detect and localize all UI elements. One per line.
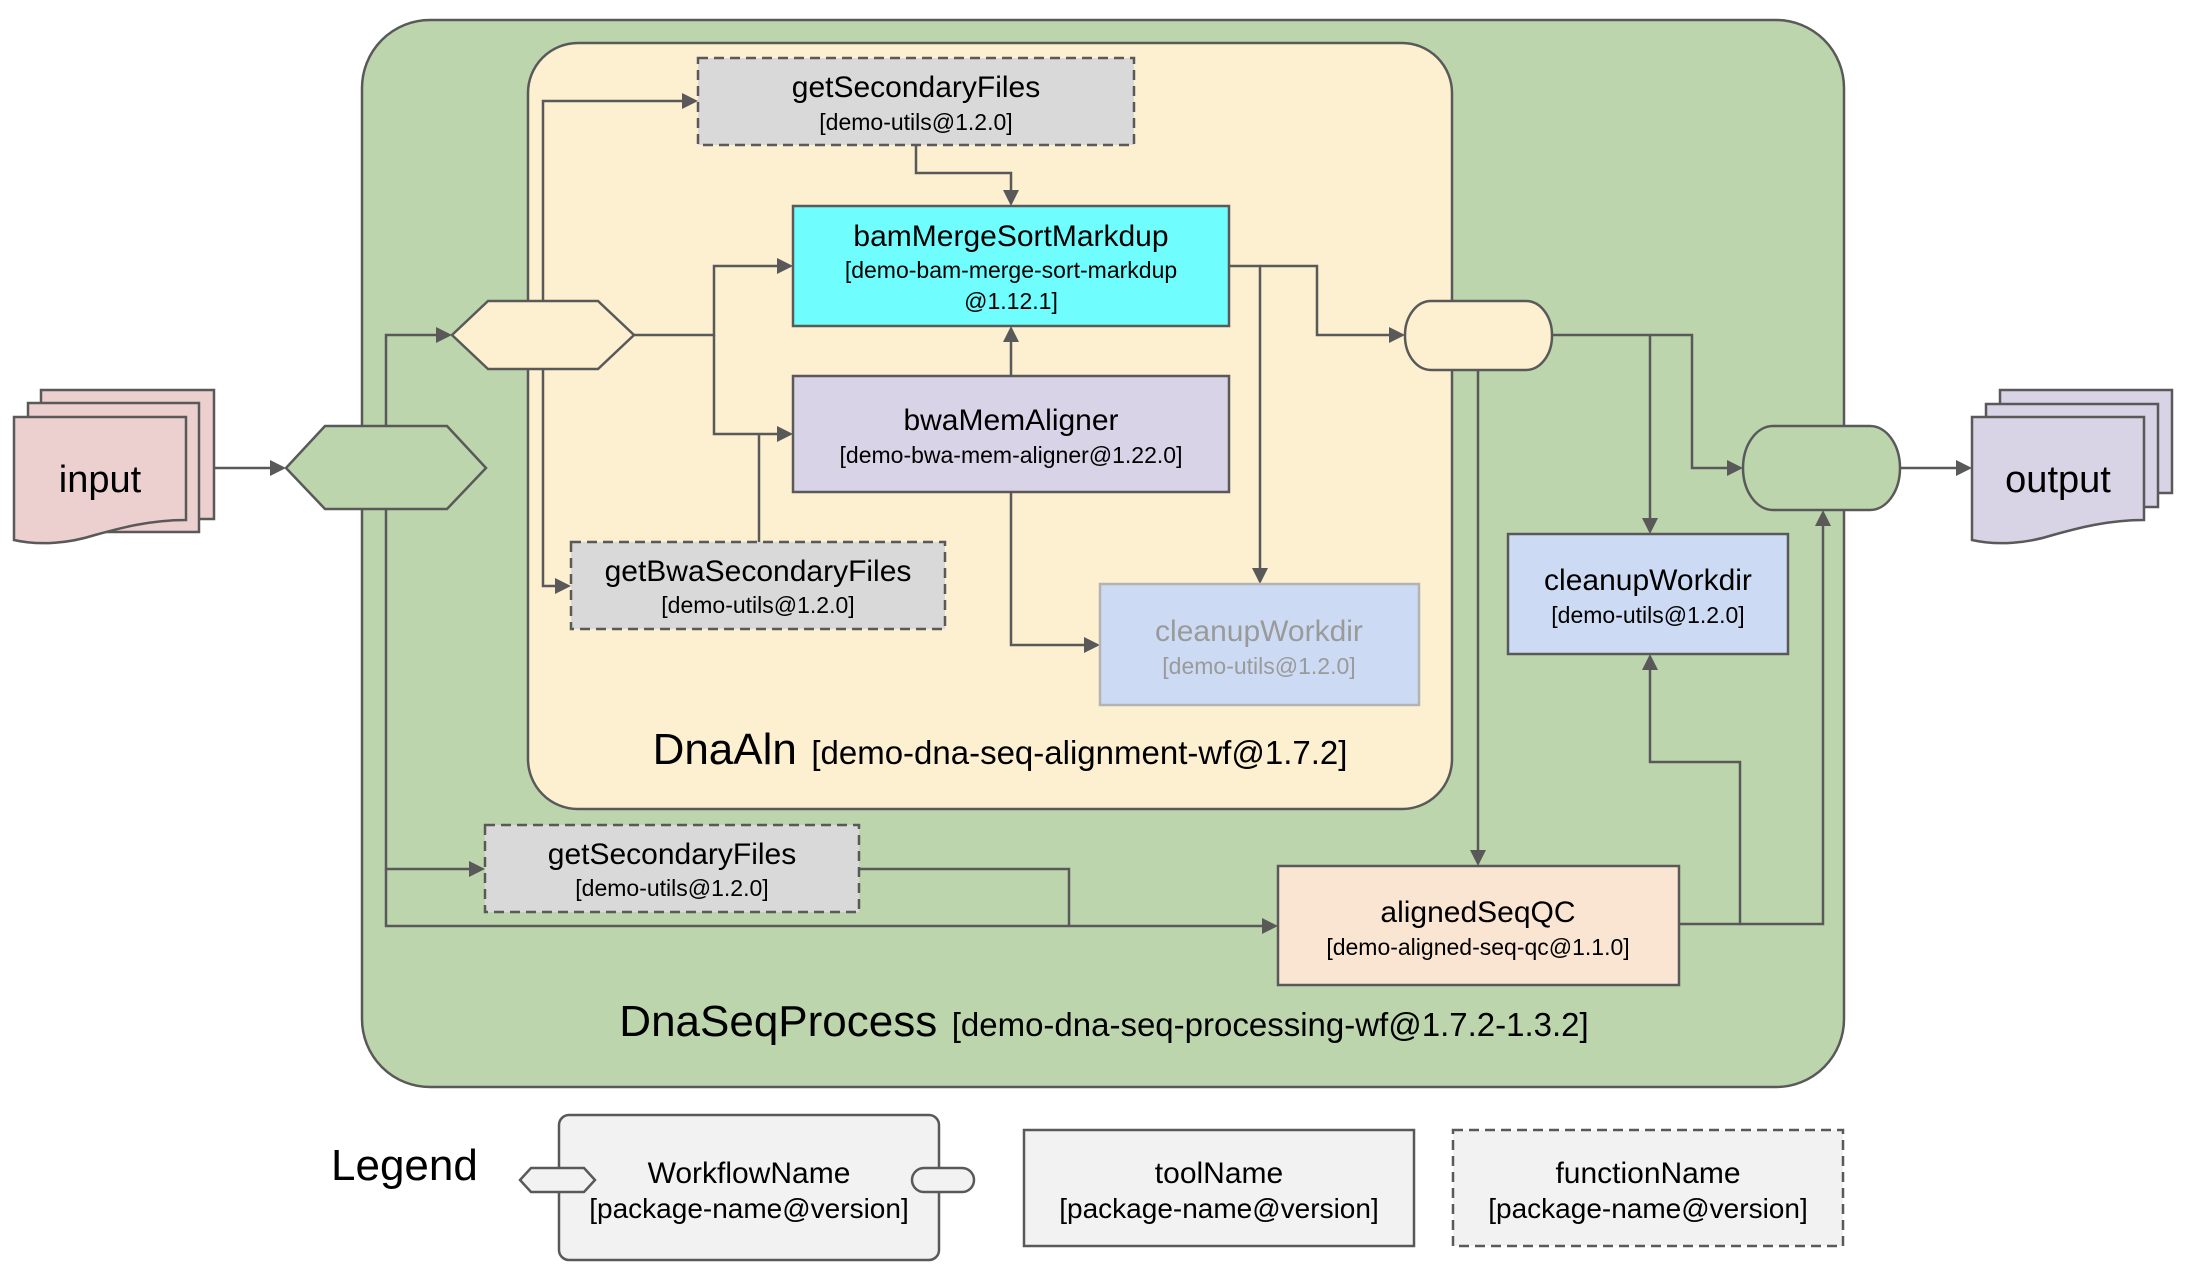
dnaaln-output-port-pill[interactable] xyxy=(1403,299,1554,372)
node-package: [demo-utils@1.2.0] xyxy=(819,109,1012,135)
workflow-diagram: input output getSecondaryFiles [demo-uti… xyxy=(12,18,2174,1262)
workflow-package: [demo-dna-seq-alignment-wf@1.7.2] xyxy=(811,734,1347,771)
legend-tool: toolName [package-name@version] xyxy=(1022,1128,1416,1248)
output-node[interactable]: output xyxy=(1970,388,2174,545)
legend-title: Legend xyxy=(331,1141,478,1190)
node-cleanupworkdir-inner[interactable]: cleanupWorkdir [demo-utils@1.2.0] xyxy=(1098,582,1421,707)
legend-workflow-name: WorkflowName xyxy=(648,1157,851,1190)
dnaseqprocess-output-port-pill[interactable] xyxy=(1741,424,1902,512)
node-getsecondaryfiles-outer[interactable]: getSecondaryFiles [demo-utils@1.2.0] xyxy=(483,823,861,914)
arrowhead xyxy=(270,460,286,476)
node-name: getSecondaryFiles xyxy=(548,838,796,871)
node-name: bwaMemAligner xyxy=(903,404,1118,437)
dnaaln-input-port-hexagon[interactable] xyxy=(450,299,636,371)
legend-function-name: functionName xyxy=(1555,1157,1740,1190)
workflow-name: DnaAln xyxy=(653,725,797,774)
node-package-line1: [demo-bam-merge-sort-markdup xyxy=(845,257,1177,283)
workflow-package: [demo-dna-seq-processing-wf@1.7.2-1.3.2] xyxy=(952,1006,1589,1043)
node-package: [demo-utils@1.2.0] xyxy=(575,875,768,901)
node-name: getSecondaryFiles xyxy=(792,71,1040,104)
input-node[interactable]: input xyxy=(12,388,216,545)
node-name: bamMergeSortMarkdup xyxy=(853,220,1168,253)
node-getbwasecondaryfiles[interactable]: getBwaSecondaryFiles [demo-utils@1.2.0] xyxy=(569,540,947,631)
legend-workflow-package: [package-name@version] xyxy=(589,1193,908,1224)
node-name: getBwaSecondaryFiles xyxy=(605,555,912,588)
legend-function: functionName [package-name@version] xyxy=(1451,1128,1845,1248)
legend-function-package: [package-name@version] xyxy=(1488,1193,1807,1224)
node-bwamemaligner[interactable]: bwaMemAligner [demo-bwa-mem-aligner@1.22… xyxy=(791,374,1231,494)
legend-workflow: WorkflowName [package-name@version] xyxy=(518,1113,976,1262)
node-package: [demo-bwa-mem-aligner@1.22.0] xyxy=(840,442,1183,468)
node-package: [demo-utils@1.2.0] xyxy=(661,592,854,618)
dnaseqprocess-input-port-hexagon[interactable] xyxy=(284,424,488,511)
legend: Legend WorkflowName [package-name@versio… xyxy=(331,1113,1845,1262)
legend-input-port-hexagon xyxy=(518,1166,597,1194)
node-package: [demo-aligned-seq-qc@1.1.0] xyxy=(1326,934,1629,960)
node-name: alignedSeqQC xyxy=(1380,896,1575,929)
node-package: [demo-utils@1.2.0] xyxy=(1551,602,1744,628)
node-alignedseqqc[interactable]: alignedSeqQC [demo-aligned-seq-qc@1.1.0] xyxy=(1276,864,1681,987)
node-name: cleanupWorkdir xyxy=(1155,615,1363,648)
legend-tool-package: [package-name@version] xyxy=(1059,1193,1378,1224)
legend-tool-name: toolName xyxy=(1155,1157,1283,1190)
output-label: output xyxy=(2005,459,2111,501)
workflow-name: DnaSeqProcess xyxy=(619,997,937,1046)
node-getsecondaryfiles-inner[interactable]: getSecondaryFiles [demo-utils@1.2.0] xyxy=(696,56,1136,147)
input-label: input xyxy=(59,459,142,501)
node-name: cleanupWorkdir xyxy=(1544,564,1752,597)
arrowhead xyxy=(1956,460,1972,476)
legend-output-port-pill xyxy=(910,1166,976,1194)
node-package: [demo-utils@1.2.0] xyxy=(1162,653,1355,679)
node-cleanupworkdir-outer[interactable]: cleanupWorkdir [demo-utils@1.2.0] xyxy=(1506,532,1790,656)
node-bammergesortmarkdup[interactable]: bamMergeSortMarkdup [demo-bam-merge-sort… xyxy=(791,204,1231,328)
node-package-line2: @1.12.1] xyxy=(964,288,1058,314)
